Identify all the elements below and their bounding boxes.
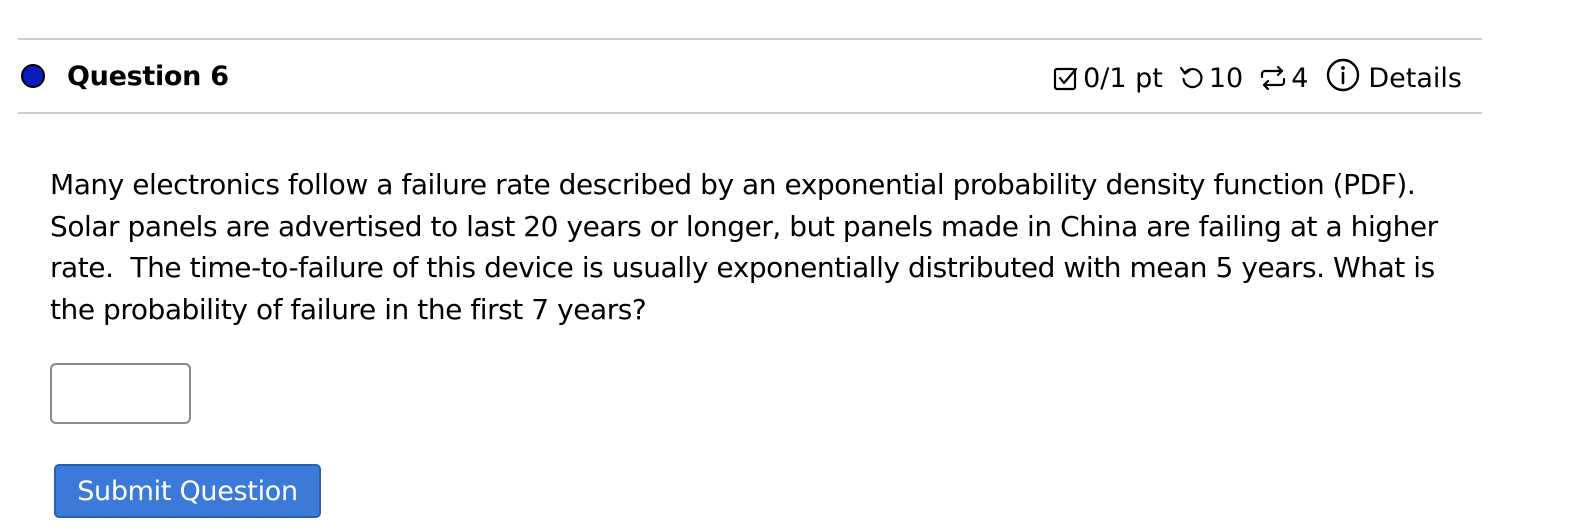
question-text: Many electronics follow a failure rate d… <box>50 168 1447 326</box>
versions-indicator: 4 <box>1259 63 1308 94</box>
details-label: Details <box>1368 62 1462 94</box>
info-icon <box>1326 58 1368 99</box>
question-body: Many electronics follow a failure rate d… <box>18 114 1482 518</box>
checkbox-icon <box>1053 65 1083 91</box>
question-header: Question 6 0/1 pt 10 4 Details <box>18 38 1482 114</box>
question-status-dot <box>21 64 45 88</box>
retry-icon <box>1179 65 1209 91</box>
submit-question-button[interactable]: Submit Question <box>54 464 321 518</box>
attempts-indicator: 10 <box>1179 63 1243 94</box>
answer-input[interactable] <box>50 363 191 424</box>
question-card: Question 6 0/1 pt 10 4 Details Many elec… <box>18 38 1482 518</box>
question-header-left: Question 6 <box>18 61 229 92</box>
details-link[interactable]: Details <box>1326 58 1462 99</box>
question-meta: 0/1 pt 10 4 Details <box>1037 58 1462 99</box>
attempts-value: 10 <box>1208 62 1244 94</box>
score-indicator: 0/1 pt <box>1053 63 1163 94</box>
score-value: 0/1 pt <box>1083 62 1163 94</box>
swap-icon <box>1259 65 1291 91</box>
versions-value: 4 <box>1291 62 1309 94</box>
question-title: Question 6 <box>67 60 229 92</box>
